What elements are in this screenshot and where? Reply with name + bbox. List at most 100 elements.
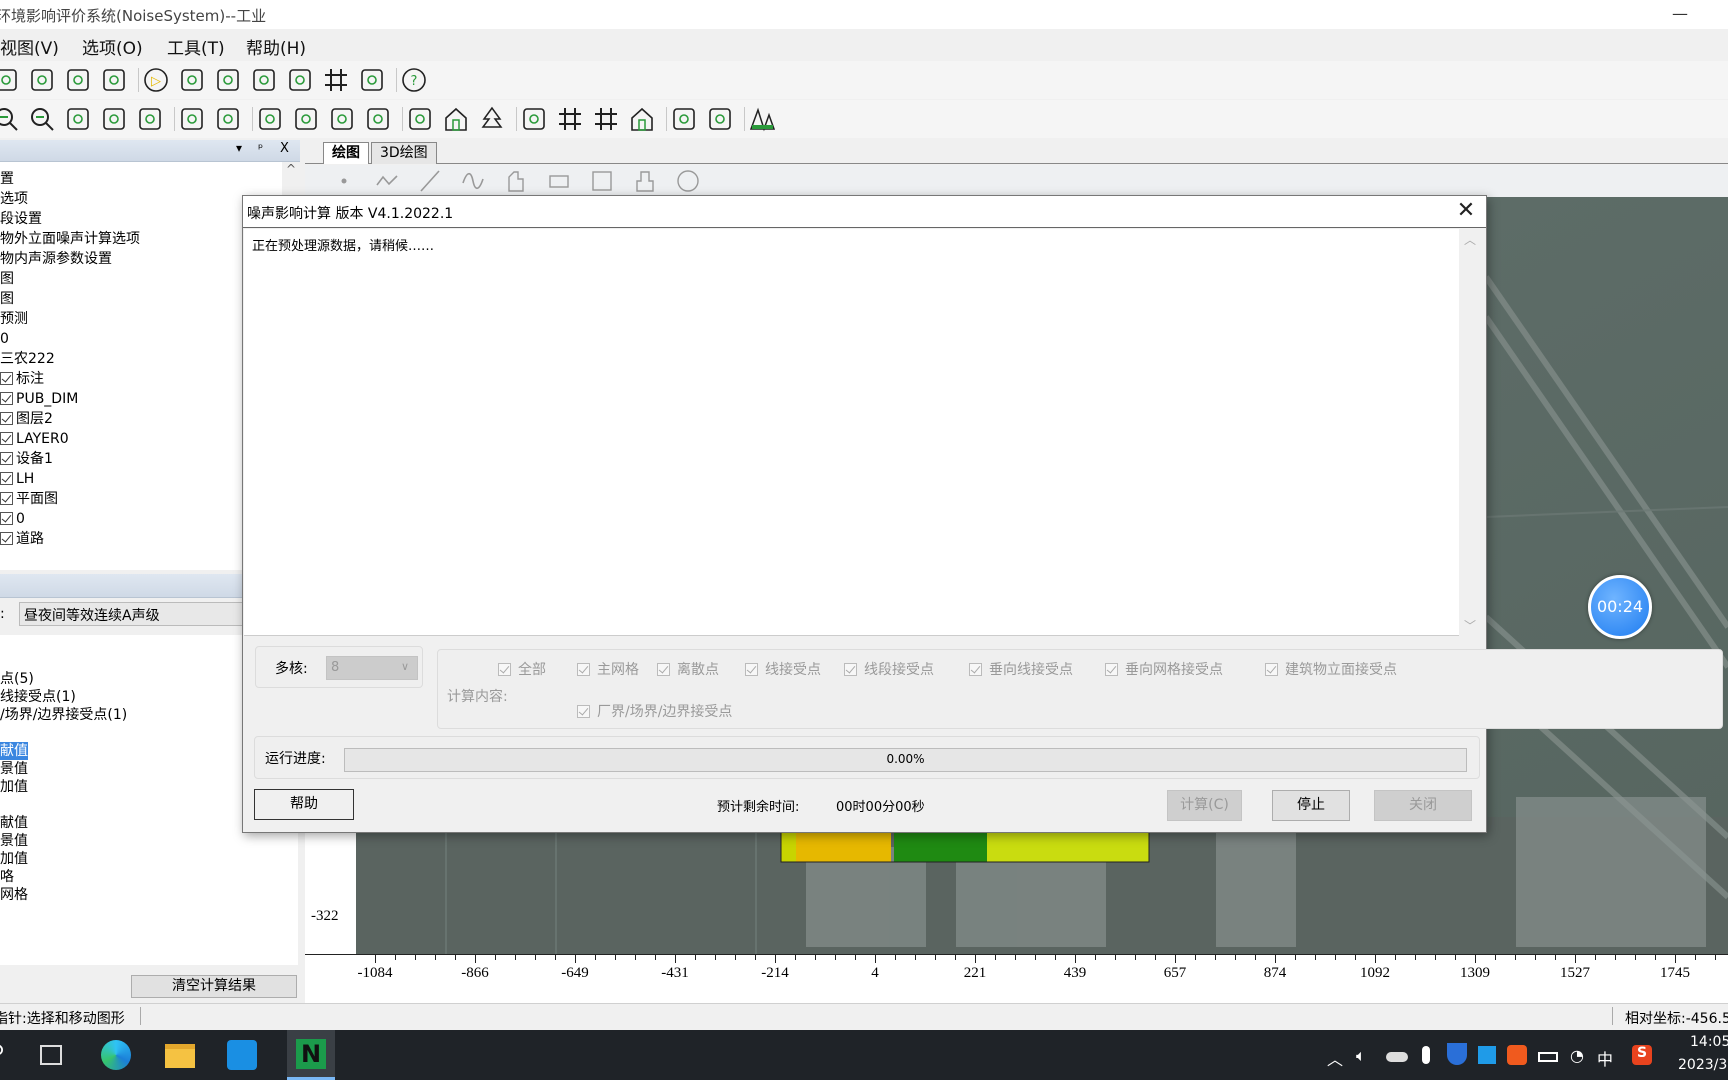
car-icon[interactable] — [292, 105, 320, 133]
boundary-icon[interactable] — [670, 105, 698, 133]
tree-item[interactable]: 段设置 — [0, 210, 42, 228]
file-settings-icon[interactable] — [286, 66, 314, 94]
layer-checkbox[interactable] — [0, 532, 13, 545]
grid-icon[interactable] — [592, 105, 620, 133]
tree-item[interactable]: LAYER0 — [0, 430, 69, 448]
file-explorer-icon[interactable] — [165, 1044, 195, 1068]
pin-icon[interactable] — [520, 105, 548, 133]
stop-button[interactable]: 停止 — [1272, 790, 1350, 821]
tree-item[interactable]: 图层2 — [0, 410, 53, 428]
line-icon[interactable] — [416, 167, 444, 195]
panel-close-button[interactable]: X — [280, 141, 289, 156]
onedrive-icon[interactable] — [1386, 1052, 1408, 1062]
calc-option-checkbox[interactable]: 垂向线接受点 — [969, 659, 1073, 679]
help-button[interactable]: 帮助 — [254, 789, 354, 820]
polyline-icon[interactable] — [373, 167, 401, 195]
panel-menu-button[interactable]: ▾ — [236, 141, 242, 155]
minimize-button[interactable]: — — [1660, 0, 1700, 29]
ime-indicator[interactable]: 中 — [1597, 1046, 1613, 1070]
circle-icon[interactable] — [674, 167, 702, 195]
train-icon[interactable] — [328, 105, 356, 133]
log-textarea[interactable]: 正在预处理源数据，请稍候…… — [244, 229, 1459, 636]
dialog-close-button[interactable]: ✕ — [1453, 199, 1479, 225]
tree-item[interactable]: 平面图 — [0, 490, 58, 508]
tree-item[interactable]: 预测 — [0, 310, 28, 328]
tree-item[interactable]: 物外立面噪声计算选项 — [0, 230, 140, 248]
app-orange-icon[interactable] — [1507, 1045, 1527, 1065]
view-ring-icon[interactable] — [64, 66, 92, 94]
terrain-icon[interactable] — [748, 105, 776, 133]
result-type-select[interactable]: 昼夜间等效连续A声级 — [19, 602, 244, 626]
save-icon[interactable] — [0, 66, 20, 94]
tree-item[interactable]: 0 — [0, 330, 9, 348]
tab-draw[interactable]: 绘图 — [323, 142, 369, 164]
image-export-icon[interactable] — [214, 66, 242, 94]
calc-option-checkbox[interactable]: 全部 — [498, 659, 546, 679]
square-icon[interactable] — [588, 167, 616, 195]
menu-help[interactable]: 帮助(H) — [246, 34, 306, 59]
barrier-icon[interactable] — [406, 105, 434, 133]
tree-item[interactable]: 三农222 — [0, 350, 55, 368]
result-list-item[interactable]: 献值 — [0, 814, 28, 832]
layer-checkbox[interactable] — [0, 432, 13, 445]
calc-option-checkbox[interactable]: 线段接受点 — [844, 659, 934, 679]
tree-item[interactable]: 图 — [0, 270, 14, 288]
tree-item[interactable]: 标注 — [0, 370, 44, 388]
facade-icon[interactable] — [628, 105, 656, 133]
menu-tools[interactable]: 工具(T) — [167, 34, 225, 59]
calc-option-checkbox[interactable]: 离散点 — [657, 659, 719, 679]
help-icon[interactable]: ? — [400, 66, 428, 94]
result-list-item[interactable]: 加值 — [0, 778, 28, 796]
menu-options[interactable]: 选项(O) — [82, 34, 143, 59]
edge-icon[interactable] — [101, 1040, 131, 1070]
close-button[interactable]: 关闭 — [1374, 790, 1472, 821]
monitor-settings-icon[interactable] — [358, 66, 386, 94]
run-hex-icon[interactable] — [178, 66, 206, 94]
speaker-icon[interactable] — [364, 105, 392, 133]
line-grid-icon[interactable] — [556, 105, 584, 133]
view-2d-icon[interactable] — [28, 66, 56, 94]
select-polygon-icon[interactable] — [136, 105, 164, 133]
tree-item[interactable]: 置 — [0, 170, 14, 188]
curve-icon[interactable] — [459, 167, 487, 195]
result-list-item[interactable]: 咯 — [0, 868, 14, 886]
layer-checkbox[interactable] — [0, 472, 13, 485]
layer-checkbox[interactable] — [0, 392, 13, 405]
pin-button[interactable]: ᵖ — [258, 141, 263, 155]
log-scrollbar[interactable]: ︿ ﹀ — [1459, 229, 1479, 636]
tree-item[interactable]: LH — [0, 470, 34, 488]
calc-option-checkbox[interactable]: 厂界/场界/边界接受点 — [577, 701, 732, 721]
noisesystem-taskbar-button[interactable]: N — [287, 1030, 335, 1080]
rectangle-icon[interactable] — [545, 167, 573, 195]
building-icon[interactable] — [442, 105, 470, 133]
tree-item[interactable]: 设备1 — [0, 450, 53, 468]
app-tray-icon[interactable] — [1478, 1046, 1496, 1064]
select-box-icon[interactable] — [64, 105, 92, 133]
result-list-item[interactable]: 网格 — [0, 886, 28, 904]
calculate-button[interactable]: 计算(C) — [1167, 790, 1242, 821]
cores-select[interactable]: 8 ∨ — [326, 656, 418, 680]
tree-icon[interactable] — [478, 105, 506, 133]
tree-item[interactable]: 道路 — [0, 530, 44, 548]
result-list-item[interactable]: 点(5) — [0, 670, 34, 688]
building-shape-icon[interactable] — [631, 167, 659, 195]
cube-icon[interactable] — [706, 105, 734, 133]
clock-date[interactable]: 2023/3 — [1678, 1057, 1727, 1073]
sogou-icon[interactable]: S — [1632, 1045, 1652, 1065]
clock-time[interactable]: 14:05 — [1690, 1034, 1728, 1050]
result-list-item[interactable]: 加值 — [0, 850, 28, 868]
polygon-icon[interactable] — [502, 167, 530, 195]
view-3d-icon[interactable] — [100, 66, 128, 94]
result-list-item[interactable]: 线接受点(1) — [0, 688, 76, 706]
grid-settings-icon[interactable] — [322, 66, 350, 94]
calc-option-checkbox[interactable]: 主网格 — [577, 659, 639, 679]
result-list-item[interactable]: 景值 — [0, 760, 28, 778]
tree-item[interactable]: 物内声源参数设置 — [0, 250, 112, 268]
layer-checkbox[interactable] — [0, 412, 13, 425]
result-list-item[interactable]: /场界/边界接受点(1) — [0, 706, 127, 724]
play-icon[interactable]: ▷ — [142, 66, 170, 94]
chevron-up-icon[interactable]: ︿ — [1327, 1046, 1343, 1070]
tab-3d-draw[interactable]: 3D绘图 — [371, 142, 437, 164]
tree-item[interactable]: 选项 — [0, 190, 28, 208]
tree-item[interactable]: 0 — [0, 510, 25, 528]
